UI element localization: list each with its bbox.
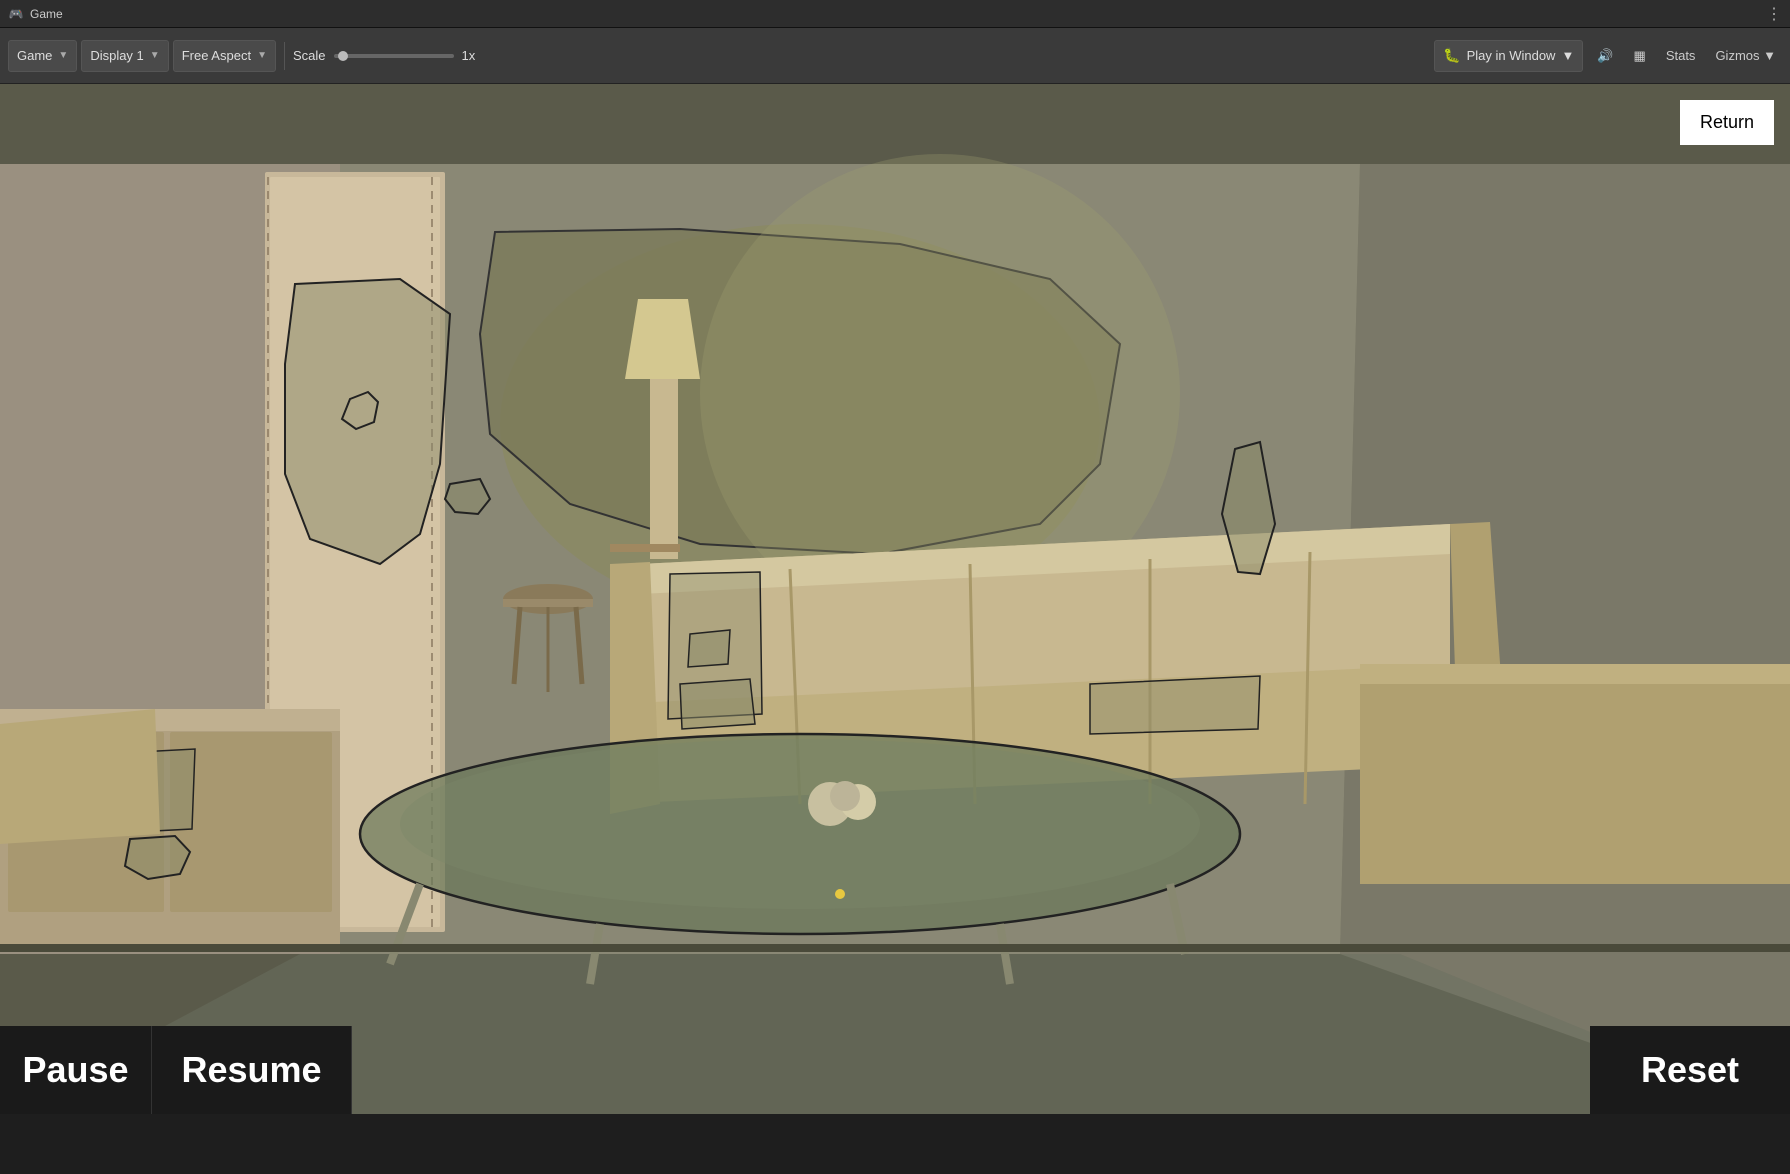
scale-value: 1x xyxy=(462,48,476,63)
display-label: Display 1 xyxy=(90,48,143,63)
scene-svg xyxy=(0,84,1790,1114)
reset-button[interactable]: Reset xyxy=(1590,1026,1790,1114)
toolbar-right: 🐛 Play in Window ▼ 🔊 ▦ Stats Gizmos ▼ xyxy=(1434,40,1782,72)
bottom-spacer xyxy=(352,1026,1590,1114)
toolbar-divider-1 xyxy=(284,42,285,70)
bottom-bar: Pause Resume Reset xyxy=(0,1026,1790,1114)
title-bar: 🎮 Game ⋮ xyxy=(0,0,1790,28)
aspect-dropdown[interactable]: Free Aspect ▼ xyxy=(173,40,276,72)
scale-slider-thumb xyxy=(338,51,348,61)
aspect-label: Free Aspect xyxy=(182,48,251,63)
bug-icon: 🐛 xyxy=(1443,47,1460,64)
title-bar-menu[interactable]: ⋮ xyxy=(1766,4,1782,24)
grid-button[interactable]: ▦ xyxy=(1628,44,1652,68)
game-dropdown-arrow: ▼ xyxy=(58,50,68,61)
stats-button[interactable]: Stats xyxy=(1660,44,1702,67)
display-dropdown-arrow: ▼ xyxy=(150,50,160,61)
scale-container: Scale 1x xyxy=(293,48,475,63)
game-dropdown[interactable]: Game ▼ xyxy=(8,40,77,72)
scale-label: Scale xyxy=(293,48,326,63)
game-viewport: Return Pause Resume Reset xyxy=(0,84,1790,1114)
title-bar-text: Game xyxy=(30,7,63,21)
game-icon: 🎮 xyxy=(8,6,24,22)
audio-button[interactable]: 🔊 xyxy=(1591,44,1619,68)
gizmos-button[interactable]: Gizmos ▼ xyxy=(1709,44,1782,67)
game-label: Game xyxy=(17,48,52,63)
gizmos-arrow: ▼ xyxy=(1763,48,1776,63)
play-in-window-dropdown[interactable]: 🐛 Play in Window ▼ xyxy=(1434,40,1583,72)
play-in-window-label: Play in Window xyxy=(1467,48,1556,63)
play-dropdown-arrow: ▼ xyxy=(1561,48,1574,63)
resume-button[interactable]: Resume xyxy=(152,1026,352,1114)
aspect-dropdown-arrow: ▼ xyxy=(257,50,267,61)
display-dropdown[interactable]: Display 1 ▼ xyxy=(81,40,168,72)
scale-slider[interactable] xyxy=(334,54,454,58)
return-button[interactable]: Return xyxy=(1680,100,1774,145)
pause-button[interactable]: Pause xyxy=(0,1026,152,1114)
toolbar: Game ▼ Display 1 ▼ Free Aspect ▼ Scale 1… xyxy=(0,28,1790,84)
